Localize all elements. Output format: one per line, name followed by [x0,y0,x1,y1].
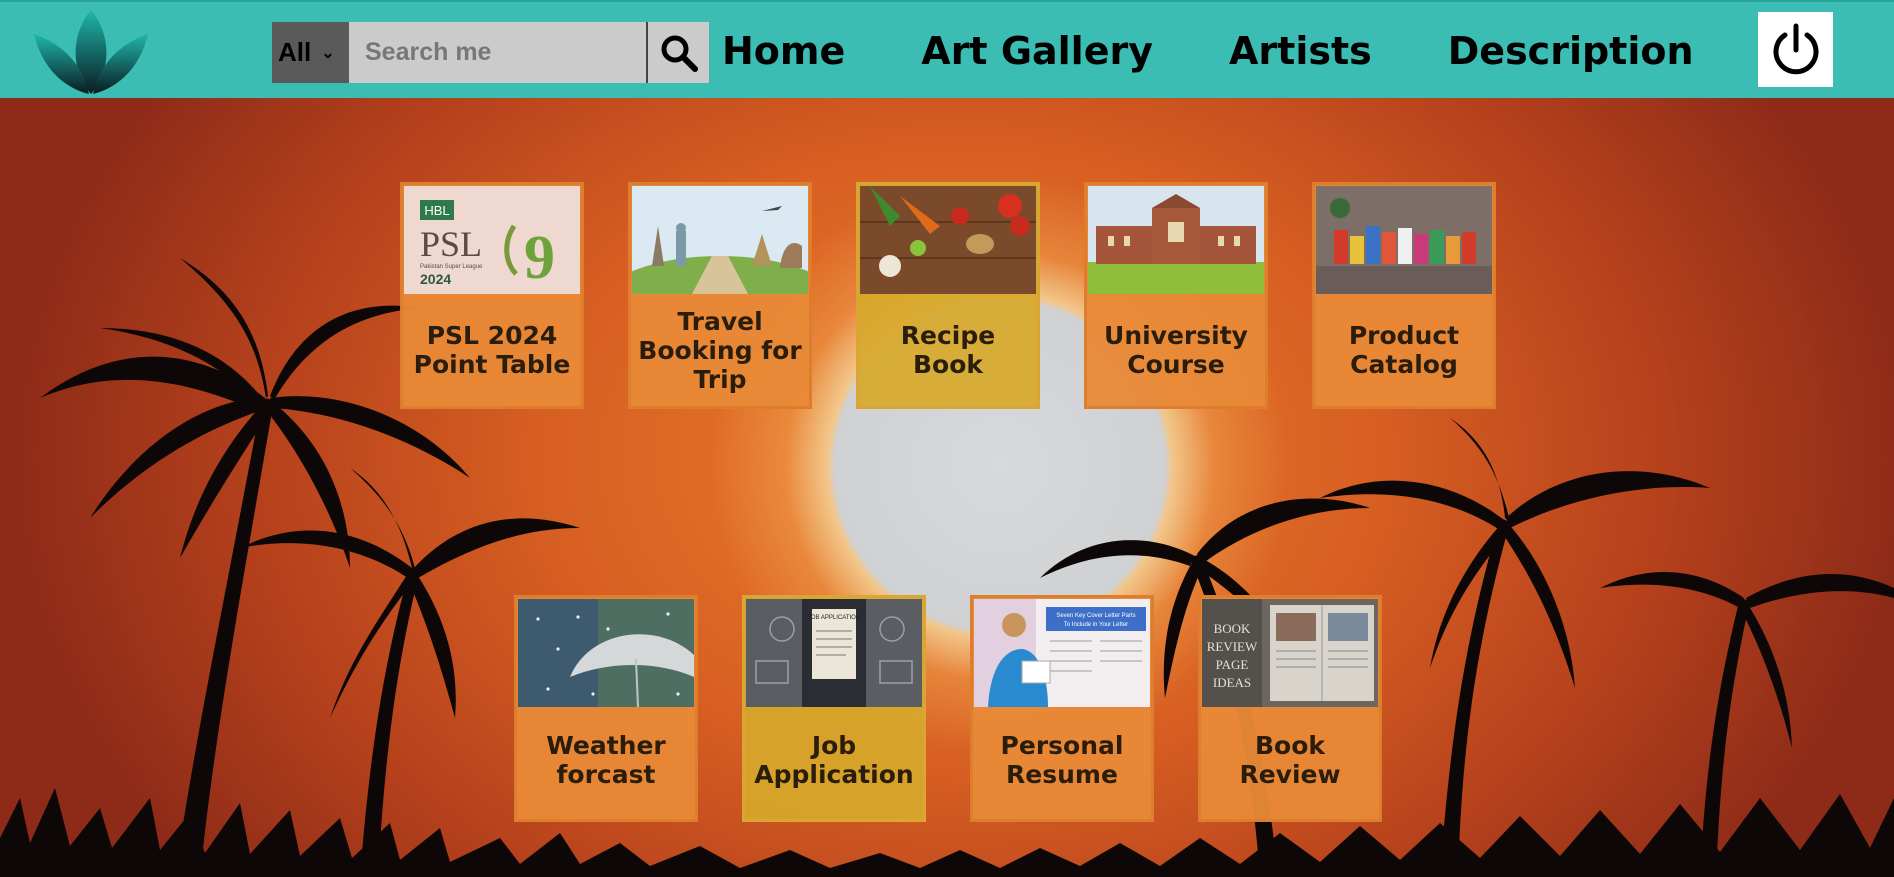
card-title: Travel Booking for Trip [638,306,802,394]
card-title: PSL 2024 Point Table [413,321,571,379]
card-psl-2024[interactable]: HBL PSL Pakistan Super League 2024 9 PSL… [400,182,584,409]
card-title: Job Application [754,731,914,789]
search-category-label: All [278,37,312,67]
job-application-form: JOB APPLICATION [746,599,922,707]
umbrella-in-rain [518,599,694,707]
card-travel-booking[interactable]: Travel Booking for Trip [628,182,812,409]
card-university-course[interactable]: University Course [1084,182,1268,409]
thumb-job-text: JOB APPLICATION [808,615,860,621]
card-product-catalog[interactable]: Product Catalog [1312,182,1496,409]
search-icon [661,35,698,72]
nav-home[interactable]: Home [722,29,845,73]
card-weather-forecast[interactable]: Weather forcast [514,595,698,822]
thumb-psl-nine: 9 [524,224,555,292]
thumb-psl-text: PSL [420,224,482,264]
card-personal-resume[interactable]: Seven Key Cover Letter Parts To Include … [970,595,1154,822]
thumb-psl-year: 2024 [420,271,451,287]
card-title: University Course [1104,321,1248,379]
university-building [1088,186,1264,294]
lotus-leaf-logo[interactable] [34,8,148,96]
thumb-resume-title: Seven Key Cover Letter Parts [1056,613,1135,619]
card-title: Recipe Book [900,321,996,379]
search-button[interactable] [646,22,709,83]
vegetables-on-wood [860,186,1036,294]
book-review-page-ideas: BOOK REVIEW PAGE IDEAS [1202,599,1378,707]
top-navbar: All ⌄ Home Art Gallery Artists Descripti… [0,0,1894,98]
world-landmarks [632,186,808,294]
thumb-book-text-4: IDEAS [1213,675,1251,690]
product-packages [1316,186,1492,294]
chevron-down-icon: ⌄ [321,44,335,62]
main-nav: Home Art Gallery Artists Description [722,2,1770,100]
card-title: Weather forcast [546,731,666,789]
card-title: Book Review [1239,731,1341,789]
card-job-application[interactable]: JOB APPLICATION Job Application [742,595,926,822]
power-icon [1773,23,1818,74]
card-title: Personal Resume [1000,731,1124,789]
thumb-book-text-2: REVIEW [1207,639,1258,654]
card-title: Product Catalog [1348,321,1460,379]
thumb-book-text-3: PAGE [1216,657,1249,672]
card-book-review[interactable]: BOOK REVIEW PAGE IDEAS Book Review [1198,595,1382,822]
cover-letter-infographic: Seven Key Cover Letter Parts To Include … [974,599,1150,707]
power-button[interactable] [1758,12,1833,87]
thumb-psl-sub: Pakistan Super League [420,264,483,270]
search-bar: All ⌄ [272,22,709,83]
nav-art-gallery[interactable]: Art Gallery [921,29,1153,73]
card-recipe-book[interactable]: Recipe Book [856,182,1040,409]
search-category-select[interactable]: All ⌄ [272,22,349,83]
nav-artists[interactable]: Artists [1229,29,1372,73]
thumb-resume-sub: To Include in Your Letter [1064,622,1128,628]
search-input[interactable] [349,22,646,83]
thumb-book-text-1: BOOK [1214,621,1251,636]
nav-description[interactable]: Description [1448,29,1694,73]
psl-2024-logo: HBL PSL Pakistan Super League 2024 9 [404,186,580,294]
thumb-psl-hbl: HBL [424,203,449,218]
